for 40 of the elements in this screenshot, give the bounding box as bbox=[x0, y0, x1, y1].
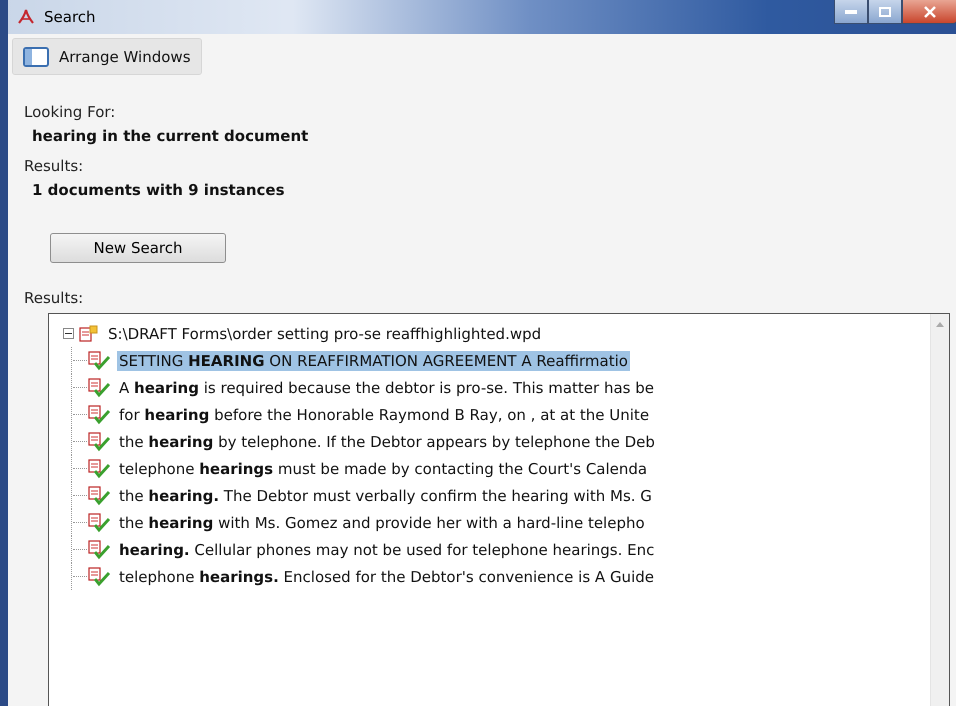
result-item[interactable]: the hearing with Ms. Gomez and provide her with a hard-line telepho bbox=[117, 512, 647, 532]
document-folder-icon bbox=[78, 324, 100, 344]
result-item[interactable]: telephone hearings must be made by contacting the Court's Calenda bbox=[117, 458, 650, 478]
document-check-icon bbox=[87, 458, 111, 478]
document-check-icon bbox=[87, 350, 111, 370]
result-item[interactable]: SETTING HEARING ON REAFFIRMATION AGREEMENT A Reaffirmatio bbox=[117, 350, 630, 370]
result-item[interactable]: the hearing by telephone. If the Debtor appears by telephone the Deb bbox=[117, 432, 657, 452]
new-search-button[interactable]: New Search bbox=[50, 233, 226, 263]
document-path[interactable]: S:\DRAFT Forms\order setting pro-se reaffhighlighted.wpd bbox=[106, 324, 544, 344]
scrollbar[interactable] bbox=[930, 314, 949, 706]
result-item[interactable]: A hearing is required because the debtor is pro-se. This matter has be bbox=[117, 378, 656, 398]
pdf-icon bbox=[16, 8, 36, 26]
document-check-icon bbox=[87, 512, 111, 532]
document-check-icon bbox=[87, 432, 111, 452]
document-check-icon bbox=[87, 486, 111, 506]
window-title: Search bbox=[44, 8, 97, 26]
maximize-icon bbox=[879, 6, 891, 16]
minus-icon bbox=[65, 330, 72, 337]
results-label: Results: bbox=[24, 157, 84, 175]
result-item[interactable]: hearing. Cellular phones may not be used for telephone hearings. Enc bbox=[117, 540, 656, 560]
minimize-button[interactable] bbox=[834, 0, 868, 24]
scroll-up-icon bbox=[936, 322, 944, 327]
close-button[interactable] bbox=[902, 0, 956, 24]
minimize-icon bbox=[845, 10, 857, 14]
document-check-icon bbox=[87, 566, 111, 586]
result-item[interactable]: telephone hearings. Enclosed for the Debtor's convenience is A Guide bbox=[117, 566, 656, 586]
close-icon bbox=[923, 6, 937, 18]
result-item[interactable]: for hearing before the Honorable Raymond B Ray, on , at at the Unite bbox=[117, 404, 652, 424]
collapse-toggle[interactable] bbox=[63, 328, 74, 339]
document-check-icon bbox=[87, 404, 111, 424]
results-label: Results: bbox=[24, 289, 84, 307]
looking-for-label: Looking For: bbox=[24, 103, 116, 121]
panels-icon bbox=[23, 46, 49, 66]
arrange-windows-button[interactable]: Arrange Windows bbox=[12, 38, 202, 75]
maximize-button[interactable] bbox=[868, 0, 902, 24]
document-check-icon bbox=[87, 378, 111, 398]
search-term: hearing in the current document bbox=[31, 127, 310, 145]
result-item[interactable]: the hearing. The Debtor must verbally confirm the hearing with Ms. G bbox=[117, 486, 654, 506]
document-check-icon bbox=[87, 540, 111, 560]
results-summary: 1 documents with 9 instances bbox=[31, 181, 286, 199]
